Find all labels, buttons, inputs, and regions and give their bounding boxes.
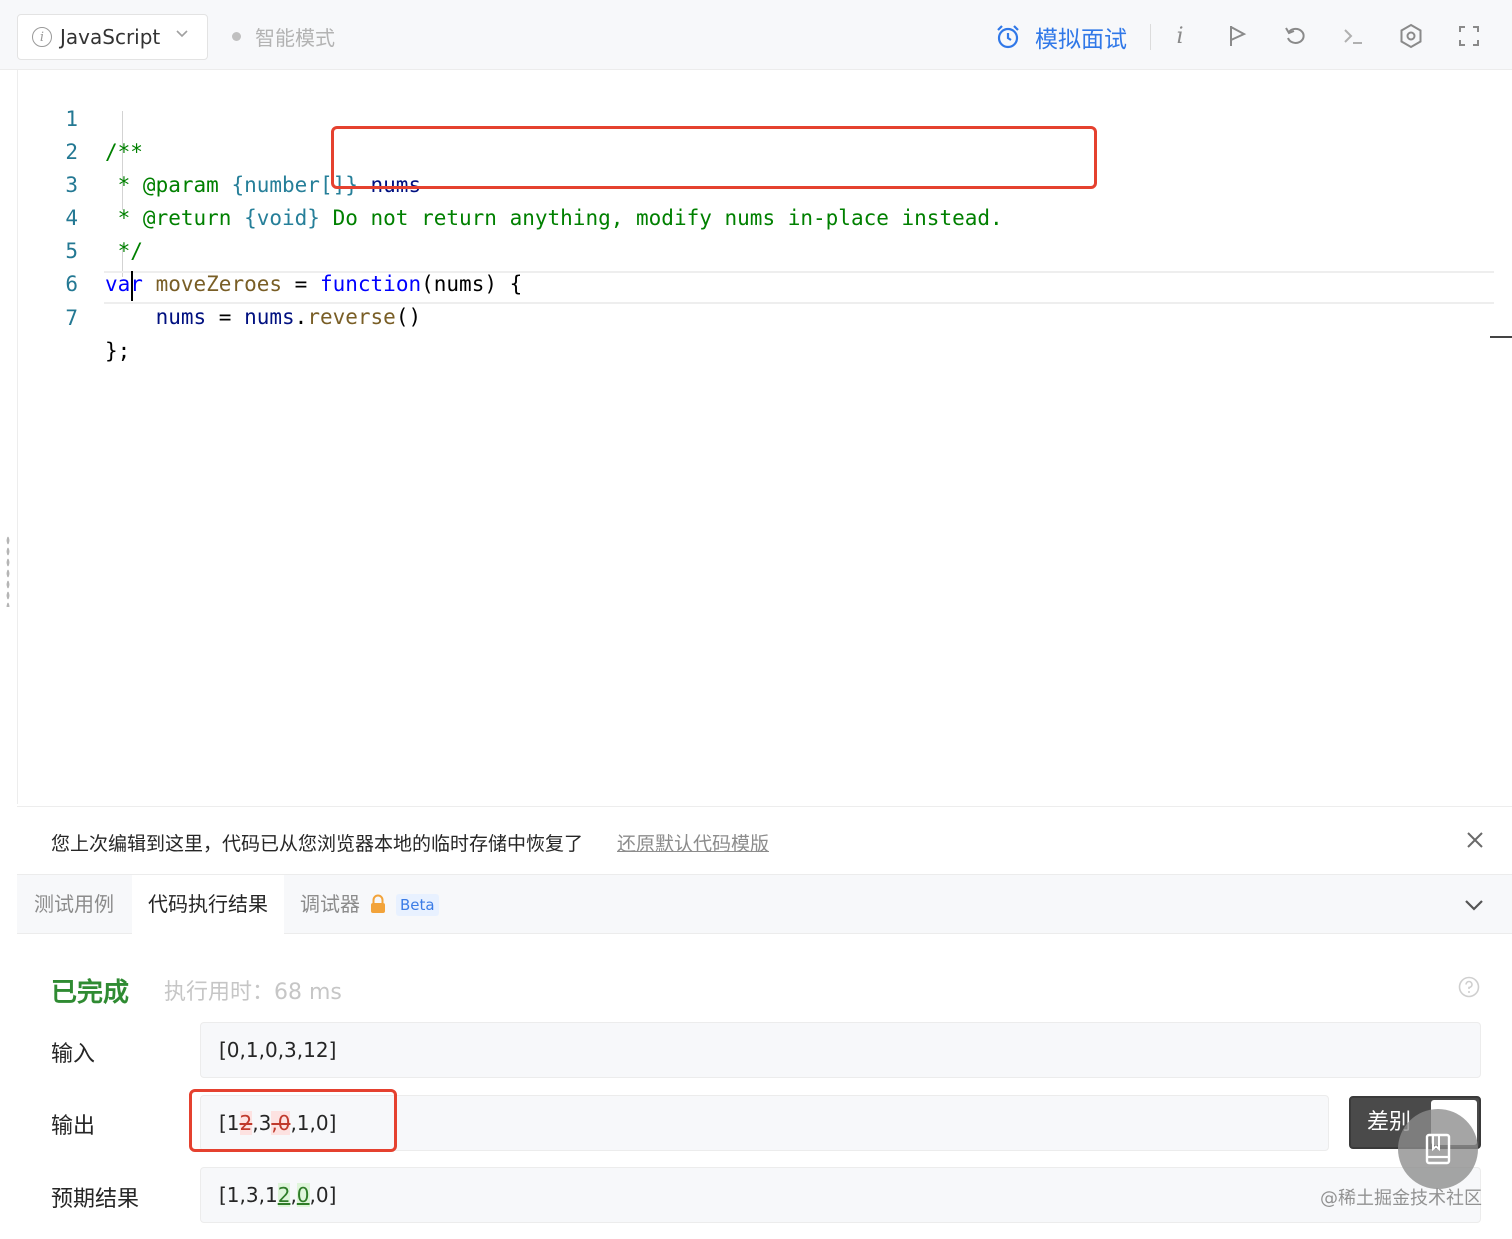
reset-icon[interactable] <box>1281 22 1309 50</box>
result-panel: 已完成 执行用时：68 ms 输入 [0,1,0,3,12] 输出 [12,3,… <box>17 934 1512 1239</box>
code-line-7[interactable]: 7 }; <box>18 269 1493 363</box>
text-cursor <box>131 271 133 301</box>
annotation-box-comment <box>331 126 1097 189</box>
toolbar-divider <box>1150 24 1151 50</box>
exec-time: 执行用时：68 ms <box>164 980 342 1005</box>
smart-mode-dot-icon <box>232 32 241 41</box>
annotation-box-output <box>189 1089 397 1152</box>
tab-result[interactable]: 代码执行结果 <box>132 875 284 934</box>
help-icon[interactable] <box>1458 976 1480 1002</box>
notebook-icon <box>1425 1133 1451 1165</box>
close-icon[interactable] <box>1466 831 1484 853</box>
code-punct: . <box>294 305 308 329</box>
expected-diff-added: 2 <box>277 1183 291 1207</box>
watermark: @稀土掘金技术社区 <box>1320 1188 1482 1209</box>
chevron-down-icon[interactable] <box>1464 897 1484 916</box>
expected-part: , <box>290 1183 297 1207</box>
settings-icon[interactable] <box>1397 22 1425 50</box>
code-method: reverse <box>307 305 396 329</box>
chevron-down-icon <box>175 25 189 44</box>
notice-text: 您上次编辑到这里，代码已从您浏览器本地的临时存储中恢复了 <box>51 833 584 855</box>
notes-floating-button[interactable] <box>1398 1109 1478 1189</box>
code-editor-page: i JavaScript 智能模式 模拟面试 i 1 /** 2 * @para… <box>0 0 1512 1239</box>
scrollbar-marker <box>1490 336 1512 338</box>
tab-testcase[interactable]: 测试用例 <box>34 875 114 934</box>
output-label: 输出 <box>51 1114 96 1139</box>
input-label: 输入 <box>51 1042 96 1067</box>
status-label: 已完成 <box>51 978 130 1008</box>
lock-icon <box>369 894 387 918</box>
mock-interview-label: 模拟面试 <box>1035 27 1127 53</box>
restore-default-template-link[interactable]: 还原默认代码模版 <box>617 829 769 856</box>
tab-debugger[interactable]: 调试器 <box>300 875 360 934</box>
code-variable: nums <box>105 305 207 329</box>
fullscreen-icon[interactable] <box>1455 22 1483 50</box>
language-select[interactable]: i JavaScript <box>17 14 208 60</box>
expected-value-box: [1,3,12,0,0] <box>200 1167 1481 1223</box>
info-italic-icon[interactable]: i <box>1166 22 1194 50</box>
expected-diff-added: 0 <box>296 1183 310 1207</box>
beta-badge: Beta <box>396 894 439 916</box>
alarm-clock-icon <box>997 25 1019 49</box>
console-icon[interactable] <box>1339 22 1367 50</box>
editor-toolbar: i JavaScript 智能模式 模拟面试 i <box>0 0 1512 70</box>
expected-part: ,0] <box>309 1183 337 1207</box>
restore-notice: 您上次编辑到这里，代码已从您浏览器本地的临时存储中恢复了 还原默认代码模版 <box>17 806 1512 874</box>
mock-interview-button[interactable]: 模拟面试 <box>995 20 1127 54</box>
input-value: [0,1,0,3,12] <box>219 1038 337 1062</box>
code-punct: () <box>395 305 422 329</box>
panel-resize-handle[interactable] <box>6 535 10 607</box>
code-text: }; <box>105 339 131 363</box>
expected-label: 预期结果 <box>51 1187 140 1212</box>
result-tabs: 测试用例 代码执行结果 调试器 Beta <box>17 874 1512 934</box>
smart-mode-label: 智能模式 <box>255 26 335 50</box>
code-variable: nums <box>244 305 295 329</box>
code-line-5[interactable]: 5 var moveZeroes = function(nums) { <box>18 202 1493 296</box>
input-value-box: [0,1,0,3,12] <box>200 1022 1481 1078</box>
code-line-1[interactable]: 1 /** <box>18 70 1493 164</box>
info-icon: i <box>32 27 52 47</box>
flag-icon[interactable] <box>1223 22 1251 50</box>
language-label: JavaScript <box>60 25 161 49</box>
smart-mode-toggle[interactable]: 智能模式 <box>232 22 335 51</box>
code-operator: = <box>206 305 245 329</box>
code-line-6[interactable]: 6 nums = nums.reverse() <box>18 235 1493 329</box>
expected-part: [1,3,1 <box>219 1183 278 1207</box>
code-editor[interactable]: 1 /** 2 * @param {number[]} nums 3 * @re… <box>17 70 1512 804</box>
line-number: 7 <box>65 306 78 330</box>
